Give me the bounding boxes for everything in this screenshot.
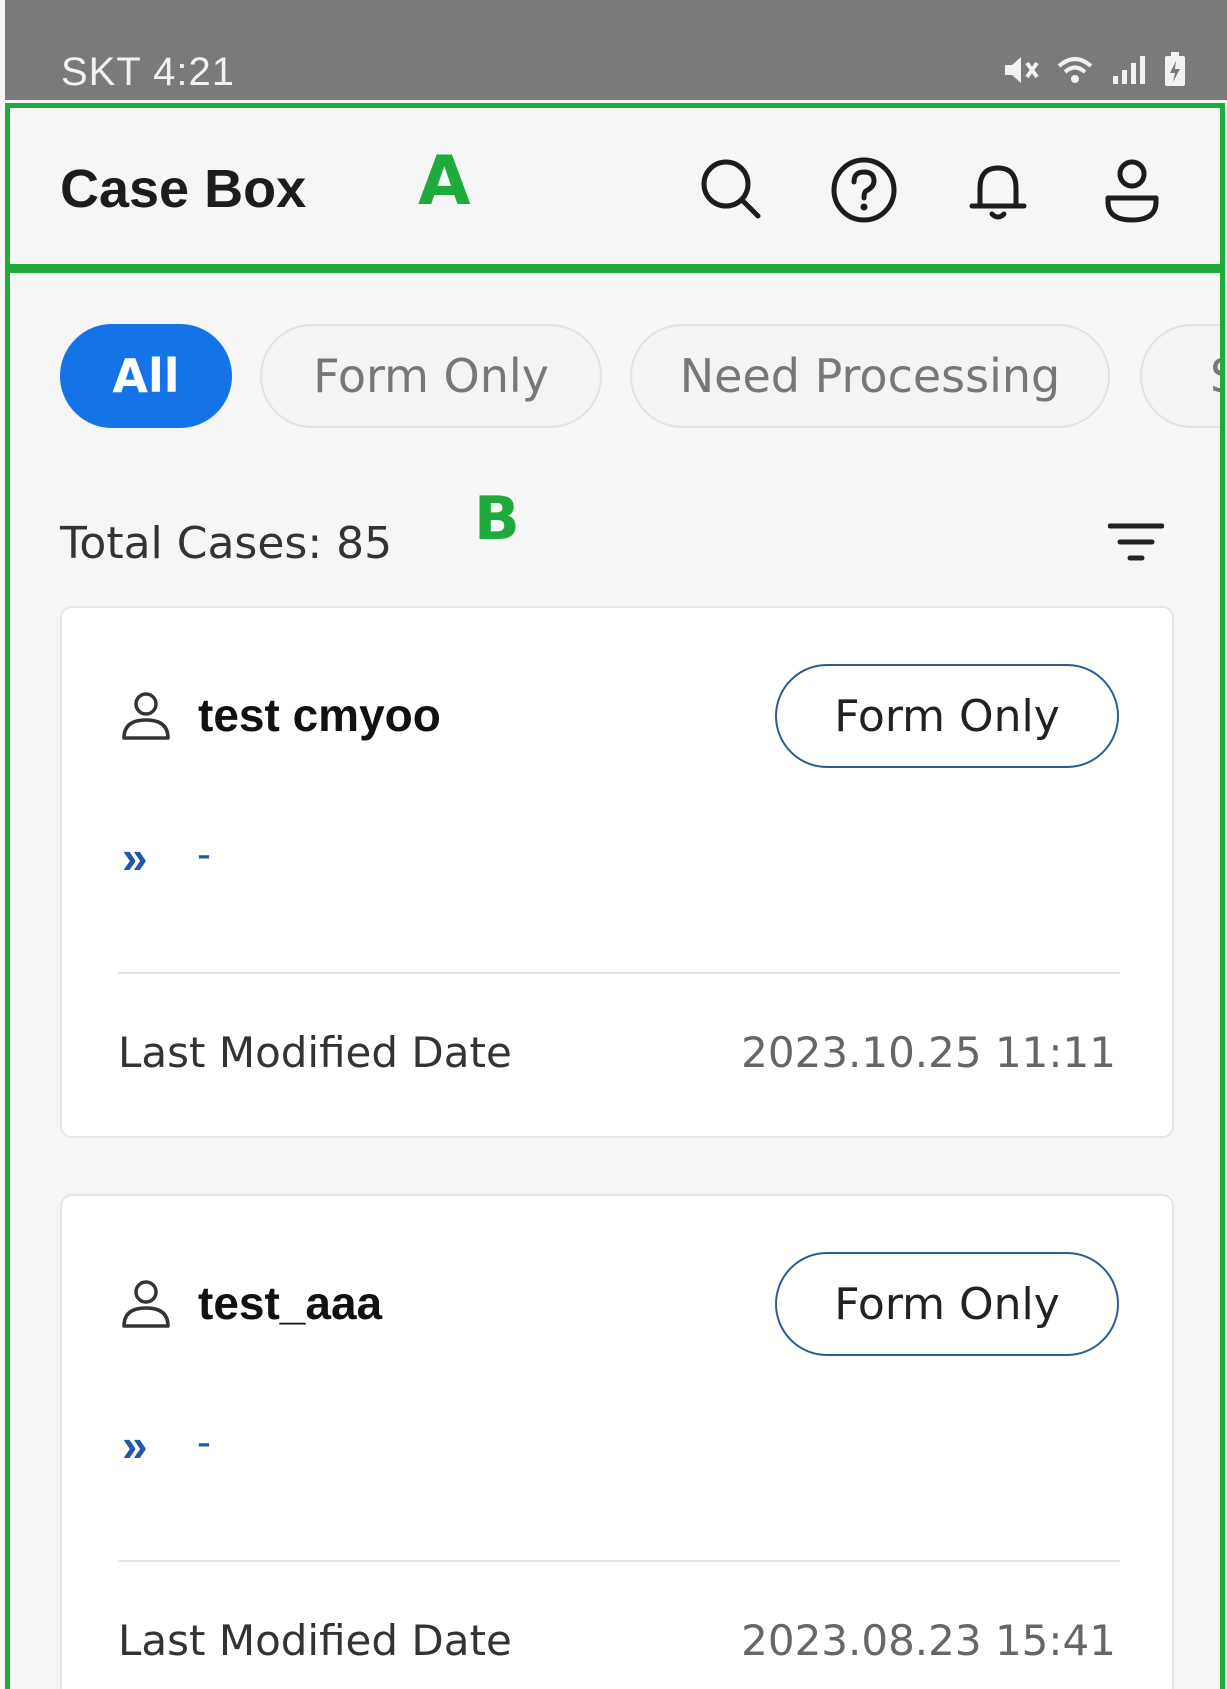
case-name: test cmyoo (198, 689, 441, 741)
case-status-badge: Form Only (775, 664, 1119, 768)
case-name: test_aaa (198, 1277, 383, 1329)
last-modified-label: Last Modified Date (118, 1028, 512, 1077)
filter-icon (1107, 523, 1165, 561)
bell-icon (969, 165, 1027, 220)
last-modified-value: 2023.10.25 11:11 (741, 1028, 1116, 1077)
app-screen: SKT 4:21 Case Box All Form Only Need Pro… (0, 0, 1227, 1689)
divider (118, 972, 1120, 974)
signal-icon (1109, 54, 1149, 91)
filter-button[interactable] (1107, 520, 1165, 566)
mute-icon (1001, 54, 1041, 91)
case-card[interactable]: test_aaa Form Only » - Last Modified Dat… (60, 1194, 1174, 1689)
double-chevron-icon: » (122, 1419, 148, 1471)
chip-more[interactable]: S (1140, 324, 1220, 428)
status-bar: SKT 4:21 (5, 0, 1227, 100)
chip-all[interactable]: All (60, 324, 232, 428)
profile-icon (1105, 159, 1159, 223)
case-status-badge: Form Only (775, 1252, 1119, 1356)
notifications-button[interactable] (958, 150, 1038, 230)
case-detail: - (197, 1418, 211, 1465)
chip-form-only[interactable]: Form Only (260, 324, 602, 428)
page-title: Case Box (60, 159, 307, 219)
help-button[interactable] (824, 150, 904, 230)
divider (118, 1560, 1120, 1562)
search-icon (701, 159, 761, 219)
wifi-icon (1055, 54, 1095, 91)
person-icon (122, 692, 170, 740)
total-cases-count: Total Cases: 85 (60, 518, 393, 569)
case-detail: - (197, 830, 211, 877)
annotation-label-a: A (418, 142, 471, 221)
annotation-label-b: B (474, 484, 520, 554)
person-icon (122, 1280, 170, 1328)
battery-icon (1163, 52, 1187, 91)
last-modified-label: Last Modified Date (118, 1616, 512, 1665)
help-icon (831, 157, 897, 223)
case-card[interactable]: test cmyoo Form Only » - Last Modified D… (60, 606, 1174, 1138)
chip-need-processing[interactable]: Need Processing (630, 324, 1110, 428)
status-carrier-time: SKT 4:21 (61, 50, 236, 94)
double-chevron-icon: » (122, 831, 148, 883)
search-button[interactable] (690, 150, 770, 230)
profile-button[interactable] (1092, 150, 1172, 230)
status-icons (1001, 52, 1187, 91)
last-modified-value: 2023.08.23 15:41 (741, 1616, 1116, 1665)
app-bar: Case Box (10, 108, 1220, 264)
filter-chip-row: All Form Only Need Processing S (10, 318, 1220, 430)
